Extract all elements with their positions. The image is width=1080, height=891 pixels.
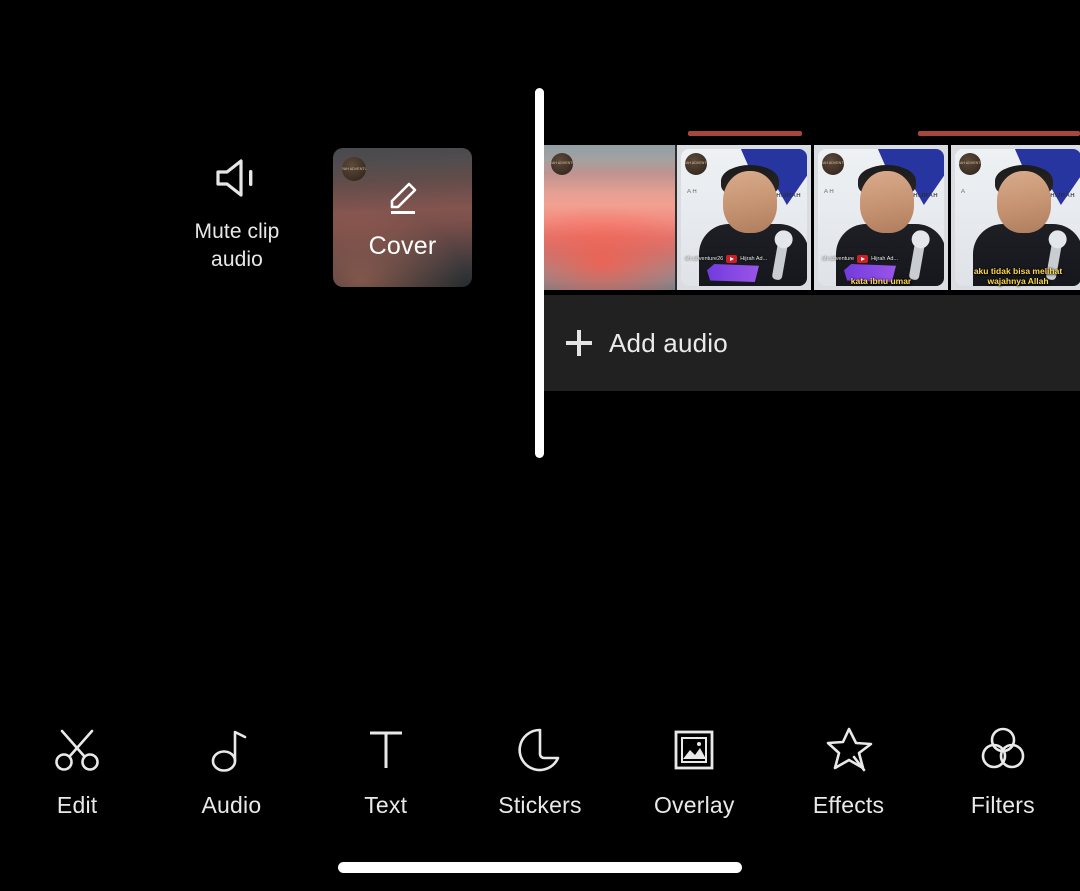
tool-audio[interactable]: Audio	[154, 722, 308, 819]
trim-bar[interactable]	[688, 131, 802, 136]
image-frame-icon	[666, 722, 722, 778]
watermark-badge: HIJRAH ADVENTURE	[551, 153, 573, 175]
trim-handles	[543, 126, 1080, 144]
playhead[interactable]	[535, 88, 544, 458]
add-audio-label: Add audio	[609, 327, 728, 358]
sticker-icon	[512, 722, 568, 778]
tool-text[interactable]: Text	[309, 722, 463, 819]
timeline-clip[interactable]: A H N HIJRAH ah.adventure26 Hijrah Ad...…	[677, 145, 811, 290]
timeline-clip[interactable]: HIJRAH ADVENTURE	[543, 145, 677, 290]
youtube-icon	[726, 255, 738, 263]
tool-label: Effects	[812, 791, 885, 818]
tool-stickers[interactable]: Stickers	[463, 722, 617, 819]
cover-label: Cover	[368, 231, 437, 260]
add-audio-track[interactable]: Add audio	[543, 295, 1080, 391]
mute-clip-audio-button[interactable]: Mute clip audio	[163, 152, 311, 275]
clip-handle-text: ah.adventure26	[685, 256, 724, 262]
youtube-icon	[857, 255, 869, 263]
timeline-clip[interactable]: A H N HIJRAH ah.adventure Hijrah Ad... k…	[814, 145, 948, 290]
clip-channel-text: Hijrah Ad...	[871, 256, 899, 262]
clip-caption: aku tidak bisa melihat wajahnya Allah	[973, 265, 1063, 286]
tool-overlay[interactable]: Overlay	[617, 722, 771, 819]
trim-bar[interactable]	[918, 131, 1080, 136]
tool-label: Text	[364, 791, 408, 818]
bottom-toolbar: Edit Audio Text Stickers Overlay Effects…	[0, 705, 1080, 835]
pencil-edit-icon	[382, 175, 424, 222]
tool-effects[interactable]: Effects	[771, 722, 925, 819]
clip-strip[interactable]: HIJRAH ADVENTURE A H N HIJRAH ah.adventu…	[543, 145, 1080, 290]
tool-label: Audio	[201, 791, 262, 818]
tool-label: Overlay	[653, 791, 735, 818]
clip-action-cluster: Mute clipaudio HIJRAH ADVENTURE Cover	[0, 140, 520, 300]
watermark-badge: HIJRAH ADVENTURE	[342, 157, 366, 181]
clip-channel-text: Hijrah Ad...	[740, 256, 768, 262]
timeline[interactable]: HIJRAH ADVENTURE A H N HIJRAH ah.adventu…	[543, 126, 1080, 391]
tool-label: Stickers	[498, 791, 582, 818]
home-indicator[interactable]	[338, 862, 742, 873]
watermark-badge: HIJRAH ADVENTURE	[822, 153, 844, 175]
tool-filters[interactable]: Filters	[926, 722, 1080, 819]
star-wand-icon	[821, 722, 877, 778]
three-circles-icon	[975, 722, 1031, 778]
clip-caption: kata ibnu umar	[850, 275, 912, 286]
editor-screen: Mute clipaudio HIJRAH ADVENTURE Cover	[0, 0, 1080, 891]
cover-button[interactable]: HIJRAH ADVENTURE Cover	[333, 148, 472, 287]
tool-label: Filters	[970, 791, 1035, 818]
watermark-badge: HIJRAH ADVENTURE	[685, 153, 707, 175]
music-note-icon	[203, 722, 259, 778]
speaker-mute-icon	[208, 152, 266, 204]
timeline-clip[interactable]: A HIJRAH aku tidak bisa melihat wajahnya…	[951, 145, 1080, 290]
scissors-icon	[49, 722, 105, 778]
mute-clip-audio-label: Mute clip audio	[194, 220, 280, 272]
watermark-badge: HIJRAH ADVENTURE	[959, 153, 981, 175]
tool-edit[interactable]: Edit	[0, 722, 154, 819]
plus-icon	[566, 330, 592, 356]
text-t-icon	[358, 722, 414, 778]
tool-label: Edit	[56, 791, 98, 818]
clip-handle-text: ah.adventure	[822, 256, 855, 262]
